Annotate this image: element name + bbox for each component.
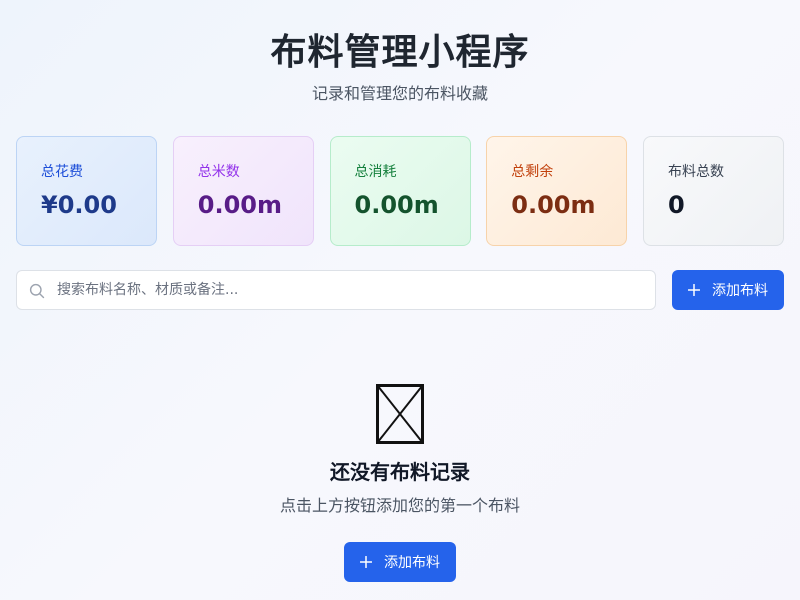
stat-value: 0.00m: [197, 191, 282, 219]
page-title: 布料管理小程序: [270, 32, 530, 73]
search-bar: [16, 270, 656, 310]
stat-value: 0.00m: [354, 191, 439, 219]
page-subtitle: 记录和管理您的布料收藏: [311, 84, 488, 103]
empty-state-description: 点击上方按钮添加您的第一个布料: [279, 496, 520, 515]
page-header: 布料管理小程序 记录和管理您的布料收藏: [0, 30, 800, 104]
search-input[interactable]: [17, 271, 655, 309]
stat-label: 布料总数: [668, 164, 724, 180]
plus-icon: [360, 556, 372, 568]
stats-row: 总花费 ¥0.00 总米数 0.00m 总消耗 0.00m 总剩余 0.00m …: [16, 136, 784, 246]
image-placeholder-icon: [376, 384, 424, 444]
plus-icon: [688, 284, 700, 296]
stat-value: ¥0.00: [41, 191, 117, 219]
empty-state: 还没有布料记录 点击上方按钮添加您的第一个布料: [0, 384, 800, 516]
stat-card-fabric-count: 布料总数 0: [643, 136, 784, 246]
add-first-fabric-button[interactable]: 添加布料: [344, 542, 456, 582]
stat-label: 总米数: [197, 164, 240, 180]
empty-state-title: 还没有布料记录: [330, 460, 470, 484]
stat-card-total-cost: 总花费 ¥0.00: [16, 136, 157, 246]
add-first-fabric-label: 添加布料: [384, 555, 440, 571]
stat-value: 0: [668, 191, 685, 219]
stat-label: 总剩余: [511, 164, 554, 180]
stat-card-total-remaining: 总剩余 0.00m: [486, 136, 628, 246]
stat-label: 总消耗: [354, 164, 397, 180]
stat-card-total-consumed: 总消耗 0.00m: [329, 136, 471, 246]
search-icon: [29, 283, 45, 299]
stat-value: 0.00m: [511, 191, 596, 219]
add-fabric-button[interactable]: 添加布料: [672, 270, 784, 310]
stat-card-total-meters: 总米数 0.00m: [172, 136, 314, 246]
add-fabric-label: 添加布料: [712, 283, 768, 299]
stat-label: 总花费: [41, 164, 83, 180]
